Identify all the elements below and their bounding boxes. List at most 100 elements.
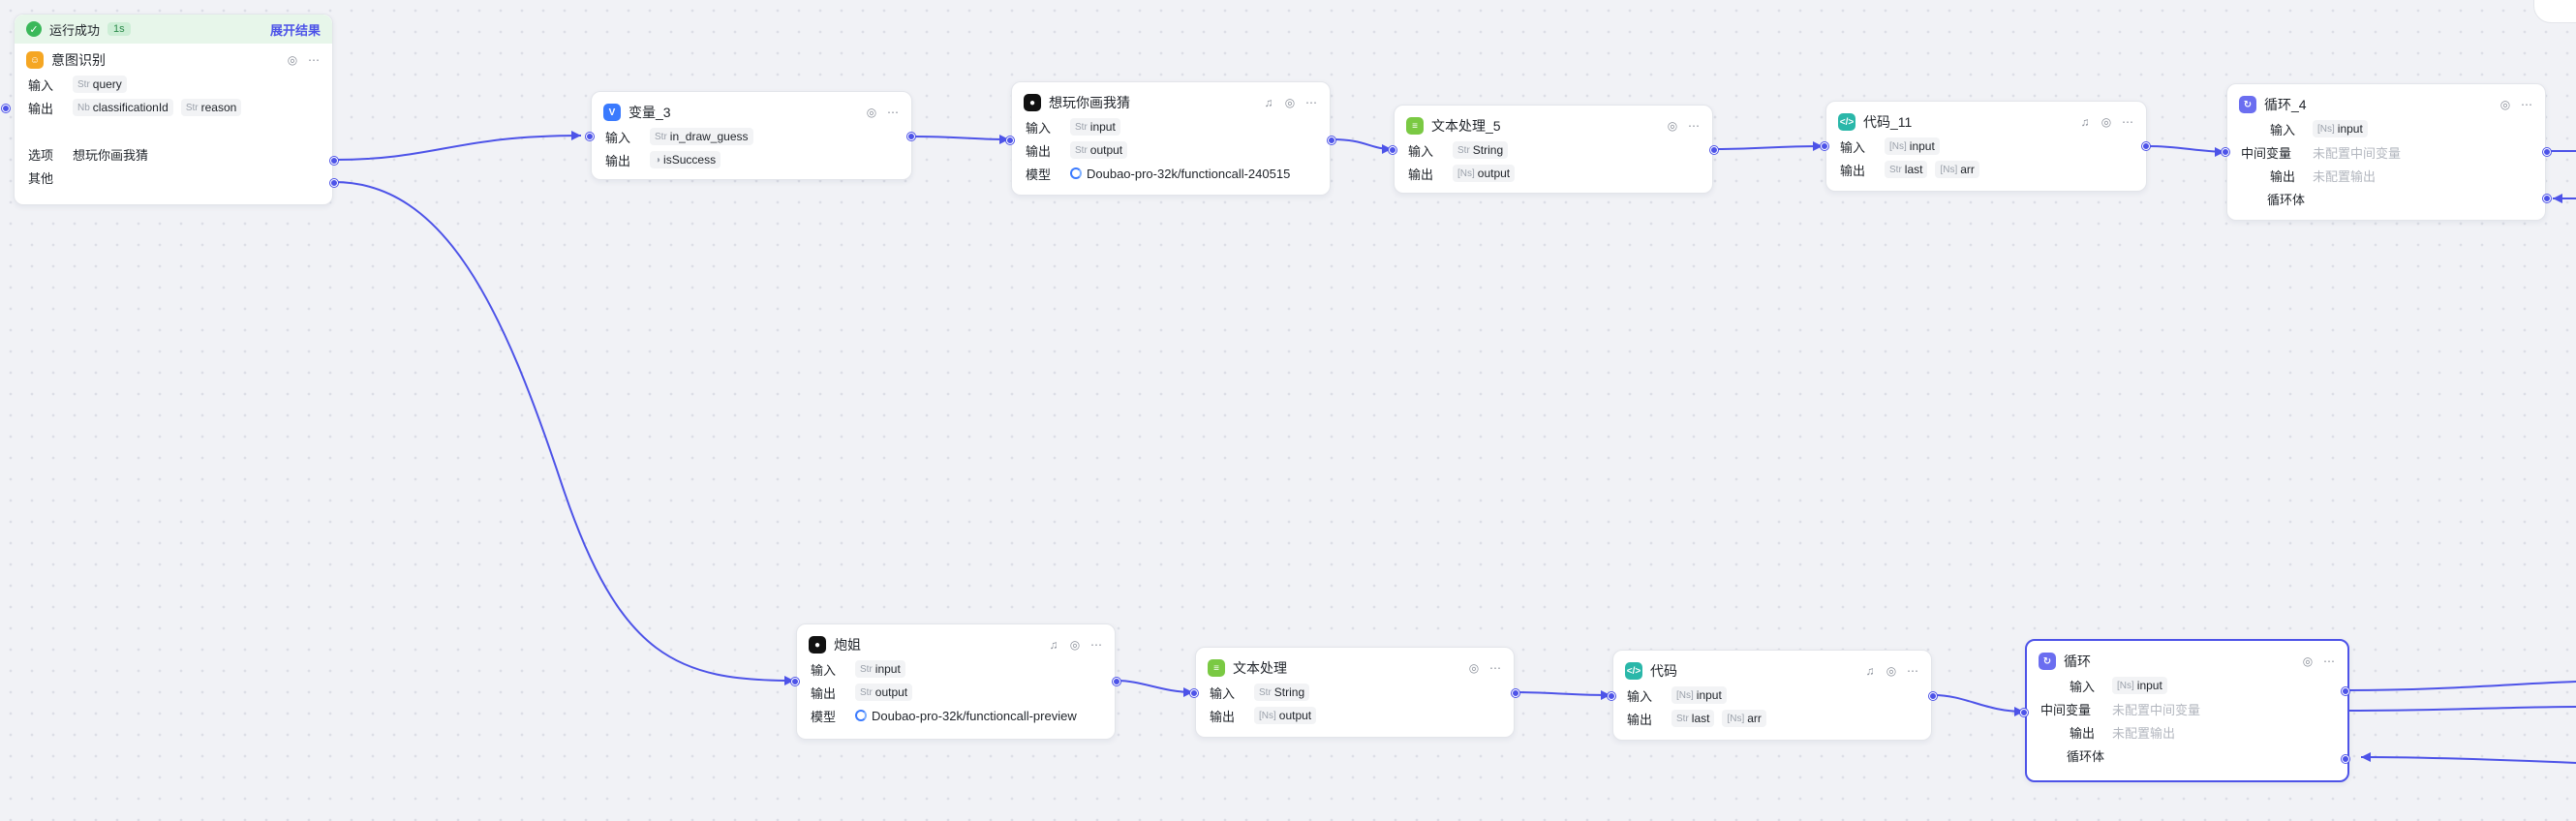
llm-node-paojie[interactable]: ● 炮姐 ♫ ◎ ⋯ 输入 Str input 输出 Str output 模型 D…: [791, 623, 1120, 740]
param-tag: [Ns] output: [1453, 165, 1516, 182]
input-label: 输入: [2069, 679, 2095, 694]
mid-var-placeholder: 未配置中间变量: [2112, 702, 2201, 717]
in-port[interactable]: [1389, 146, 1396, 154]
node-title: 代码_11: [1863, 114, 1913, 130]
more-icon[interactable]: ⋯: [307, 53, 321, 67]
debug-icon[interactable]: ◎: [865, 106, 878, 119]
loop-body-port[interactable]: [2543, 195, 2551, 202]
bell-icon[interactable]: ♫: [1262, 96, 1275, 109]
out-port[interactable]: [1512, 689, 1519, 697]
more-icon[interactable]: ⋯: [1304, 96, 1318, 109]
more-icon[interactable]: ⋯: [886, 106, 900, 119]
param-tag: Str String: [1453, 141, 1509, 159]
loop-node[interactable]: ↻ 循环 ◎ ⋯ 输入 [Ns] input 中间变量 未配置中间变量 输出 未配…: [2020, 639, 2349, 782]
debug-icon[interactable]: ◎: [2301, 654, 2315, 668]
param-tag: [Ns] input: [2313, 120, 2368, 137]
expand-results-link[interactable]: 展开结果: [270, 20, 321, 39]
debug-icon[interactable]: ◎: [1068, 638, 1082, 652]
intent-node[interactable]: ✓ 运行成功 1s 展开结果 ☺ 意图识别 ◎ ⋯ 输入 Str query 输出…: [14, 14, 338, 205]
out-port[interactable]: [1710, 146, 1718, 154]
in-port[interactable]: [1006, 137, 1014, 144]
in-port[interactable]: [1821, 142, 1828, 150]
in-port[interactable]: [2222, 148, 2229, 156]
debug-icon[interactable]: ◎: [2100, 115, 2113, 129]
loop-icon: ↻: [2239, 96, 2256, 113]
loop-body-label: 循环体: [2266, 192, 2305, 207]
text-process-5-node[interactable]: ≡ 文本处理_5 ◎ ⋯ 输入 Str String 输出 [Ns] output: [1389, 105, 1718, 194]
loop-body-port[interactable]: [2342, 755, 2349, 763]
other-row: 其他: [15, 166, 332, 189]
in-port[interactable]: [586, 133, 594, 140]
bell-icon[interactable]: ♫: [1863, 664, 1877, 678]
output-row: 输出 Str last [Ns] arr: [1826, 158, 2146, 181]
in-port[interactable]: [1608, 692, 1615, 700]
input-label: 输入: [605, 130, 631, 145]
out-port[interactable]: [1929, 692, 1937, 700]
run-status-text: 运行成功: [49, 22, 101, 38]
in-port[interactable]: [2020, 709, 2028, 716]
debug-icon[interactable]: ◎: [286, 53, 299, 67]
llm-node-draw-guess[interactable]: ● 想玩你画我猜 ♫ ◎ ⋯ 输入 Str input 输出 Str output …: [1006, 81, 1335, 196]
more-icon[interactable]: ⋯: [2520, 98, 2533, 111]
param-tag: Str input: [1070, 118, 1120, 136]
code-node[interactable]: </> 代码 ♫ ◎ ⋯ 输入 [Ns] input 输出 Str last [Ns…: [1608, 650, 1937, 741]
doubao-model-icon: [1070, 167, 1082, 179]
param-tag: Str last: [1671, 710, 1715, 727]
input-label: 输入: [2269, 122, 2295, 137]
output-row: 输出 ◑ isSuccess: [592, 148, 911, 171]
bell-icon[interactable]: ♫: [2078, 115, 2092, 129]
mid-var-placeholder: 未配置中间变量: [2313, 145, 2402, 161]
edge-code11-loop4: [2148, 145, 2225, 153]
text-process-icon: ≡: [1406, 117, 1424, 135]
model-name: Doubao-pro-32k/functioncall-240515: [1087, 166, 1291, 181]
node-title: 想玩你画我猜: [1049, 95, 1130, 110]
more-icon[interactable]: ⋯: [2322, 654, 2336, 668]
loop-4-node[interactable]: ↻ 循环_4 ◎ ⋯ 输入 [Ns] input 中间变量 未配置中间变量 输出 …: [2222, 83, 2551, 221]
text-process-node[interactable]: ≡ 文本处理 ◎ ⋯ 输入 Str String 输出 [Ns] output: [1190, 647, 1519, 738]
out-port[interactable]: [1113, 678, 1120, 685]
more-icon[interactable]: ⋯: [1488, 661, 1502, 675]
input-label: 输入: [28, 77, 54, 93]
debug-icon[interactable]: ◎: [1467, 661, 1481, 675]
debug-icon[interactable]: ◎: [1666, 119, 1679, 133]
more-icon[interactable]: ⋯: [1687, 119, 1701, 133]
corner-panel-button[interactable]: [2533, 0, 2576, 23]
in-port[interactable]: [791, 678, 799, 685]
node-title: 文本处理_5: [1431, 118, 1501, 134]
out-port[interactable]: [2342, 687, 2349, 695]
out-port[interactable]: [1328, 137, 1335, 144]
out-port[interactable]: [2543, 148, 2551, 156]
code-icon: </>: [1625, 662, 1642, 680]
edge-text5-code11: [1714, 145, 1824, 150]
other-out-port[interactable]: [330, 179, 338, 187]
incoming-port[interactable]: [2, 105, 10, 112]
model-label: 模型: [1026, 167, 1052, 182]
output-label: 输出: [1210, 709, 1236, 724]
node-title: 循环: [2064, 654, 2091, 669]
option-out-port[interactable]: [330, 157, 338, 165]
in-port[interactable]: [1190, 689, 1198, 697]
param-tag: Str output: [855, 684, 913, 701]
debug-icon[interactable]: ◎: [1283, 96, 1297, 109]
mid-var-label: 中间变量: [2040, 702, 2092, 717]
bell-icon[interactable]: ♫: [1047, 638, 1060, 652]
param-tag: [Ns] input: [1671, 686, 1727, 704]
output-label: 输出: [1408, 167, 1434, 182]
more-icon[interactable]: ⋯: [1089, 638, 1103, 652]
variable-3-node[interactable]: V 变量_3 ◎ ⋯ 输入 Str in_draw_guess 输出 ◑ isSuc…: [586, 91, 915, 180]
output-row: 输出 Str output: [797, 681, 1115, 704]
debug-icon[interactable]: ◎: [1885, 664, 1898, 678]
out-port[interactable]: [907, 133, 915, 140]
text-process-icon: ≡: [1208, 659, 1225, 677]
out-port[interactable]: [2142, 142, 2150, 150]
loop-body-label: 循环体: [2066, 748, 2104, 764]
debug-icon[interactable]: ◎: [2499, 98, 2512, 111]
more-icon[interactable]: ⋯: [2121, 115, 2134, 129]
run-duration-badge: 1s: [107, 22, 131, 36]
code-11-node[interactable]: </> 代码_11 ♫ ◎ ⋯ 输入 [Ns] input 输出 Str last …: [1821, 101, 2150, 192]
loop-body-row: 循环体: [2227, 187, 2545, 210]
more-icon[interactable]: ⋯: [1906, 664, 1919, 678]
arrow-loop4-body: [2553, 194, 2562, 203]
param-tag: [Ns] arr: [1722, 710, 1766, 727]
input-label: 输入: [1840, 139, 1866, 155]
